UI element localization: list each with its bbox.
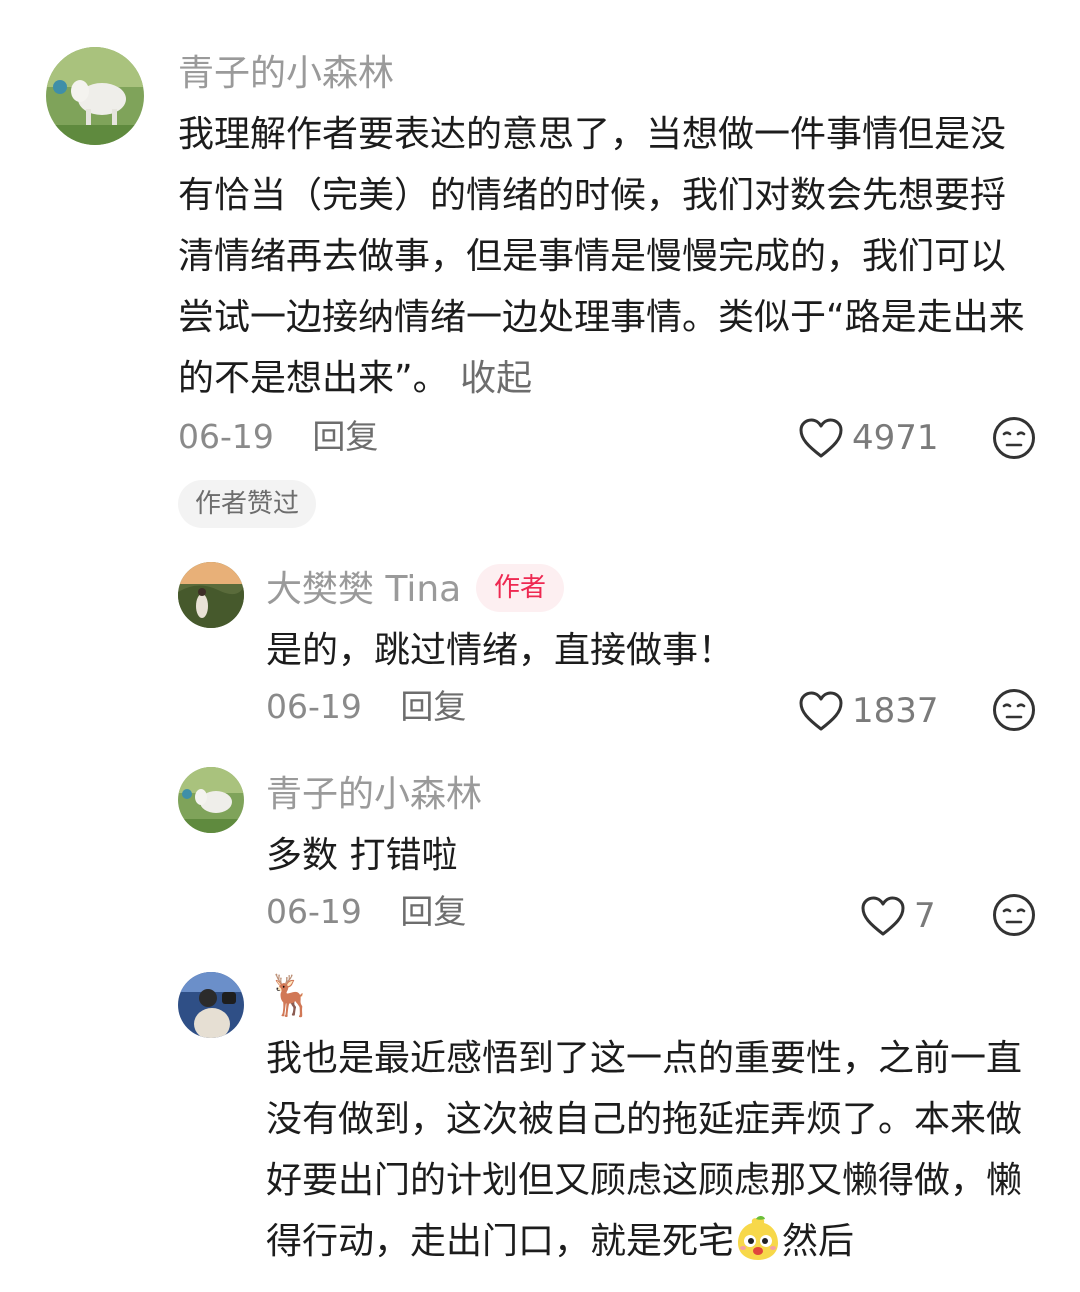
reply-item: 🦌 我也是最近感悟到了这一点的重要性，之前一直没有做到，这次被自己的拖延症弄烦了… — [0, 950, 1080, 1292]
heart-outline-icon — [861, 896, 905, 936]
person-avatar-image — [178, 972, 244, 1038]
reply-meta: 06-19 回复 — [266, 685, 466, 729]
avatar[interactable] — [46, 47, 144, 145]
comment-text: 我理解作者要表达的意思了，当想做一件事情但是没有恰当（完美）的情绪的时候，我们对… — [178, 104, 1028, 409]
avatar[interactable] — [178, 767, 244, 833]
avatar[interactable] — [178, 972, 244, 1038]
landscape-avatar-image — [178, 562, 244, 628]
collapse-link[interactable]: 收起 — [460, 358, 532, 399]
reply-username[interactable]: 青子的小森林 — [266, 773, 482, 817]
heart-outline-icon — [799, 418, 843, 458]
reply-button[interactable]: 回复 — [312, 417, 378, 456]
like-count: 1837 — [852, 691, 939, 731]
comment-item: 青子的小森林 我理解作者要表达的意思了，当想做一件事情但是没有恰当（完美）的情绪… — [0, 0, 1080, 540]
reply-item: 大樊樊 Tina 作者 是的，跳过情绪，直接做事！ 06-19 回复 1837 — [0, 540, 1080, 740]
reply-text: 我也是最近感悟到了这一点的重要性，之前一直没有做到，这次被自己的拖延症弄烦了。本… — [266, 1028, 1042, 1272]
comment-date: 06-19 — [178, 417, 274, 456]
comment-meta: 06-19 回复 — [178, 415, 378, 459]
author-badge: 作者 — [476, 564, 565, 612]
reply-text-tail: 然后 — [782, 1221, 855, 1262]
neutral-face-icon[interactable] — [992, 893, 1036, 937]
reply-username[interactable]: 大樊樊 Tina — [266, 568, 461, 612]
like-count: 4971 — [852, 418, 939, 458]
neutral-face-icon[interactable] — [992, 416, 1036, 460]
like-button[interactable]: 7 — [860, 891, 936, 941]
sheep-avatar-image — [178, 767, 244, 833]
reply-date: 06-19 — [266, 892, 362, 931]
sheep-avatar-image — [46, 47, 144, 145]
reply-text: 多数 打错啦 — [266, 835, 458, 876]
author-liked-tag: 作者赞过 — [178, 480, 317, 528]
reply-button[interactable]: 回复 — [400, 892, 466, 931]
like-button[interactable]: 1837 — [798, 686, 939, 736]
reply-item: 青子的小森林 多数 打错啦 06-19 回复 7 — [0, 745, 1080, 945]
like-button[interactable]: 4971 — [798, 413, 939, 463]
like-count: 7 — [914, 896, 936, 936]
reply-username[interactable]: 🦌 — [266, 974, 316, 1018]
reply-text: 是的，跳过情绪，直接做事！ — [266, 630, 735, 671]
comment-username[interactable]: 青子的小森林 — [178, 52, 394, 96]
comment-text-content: 我理解作者要表达的意思了，当想做一件事情但是没有恰当（完美）的情绪的时候，我们对… — [178, 114, 1025, 399]
reply-date: 06-19 — [266, 687, 362, 726]
reply-text-content: 我也是最近感悟到了这一点的重要性，之前一直没有做到，这次被自己的拖延症弄烦了。本… — [266, 1038, 1023, 1262]
neutral-face-icon[interactable] — [992, 688, 1036, 732]
avatar[interactable] — [178, 562, 244, 628]
reply-meta: 06-19 回复 — [266, 890, 466, 934]
mascot-face-emoji-icon — [738, 1216, 779, 1260]
reply-button[interactable]: 回复 — [400, 687, 466, 726]
heart-outline-icon — [799, 691, 843, 731]
